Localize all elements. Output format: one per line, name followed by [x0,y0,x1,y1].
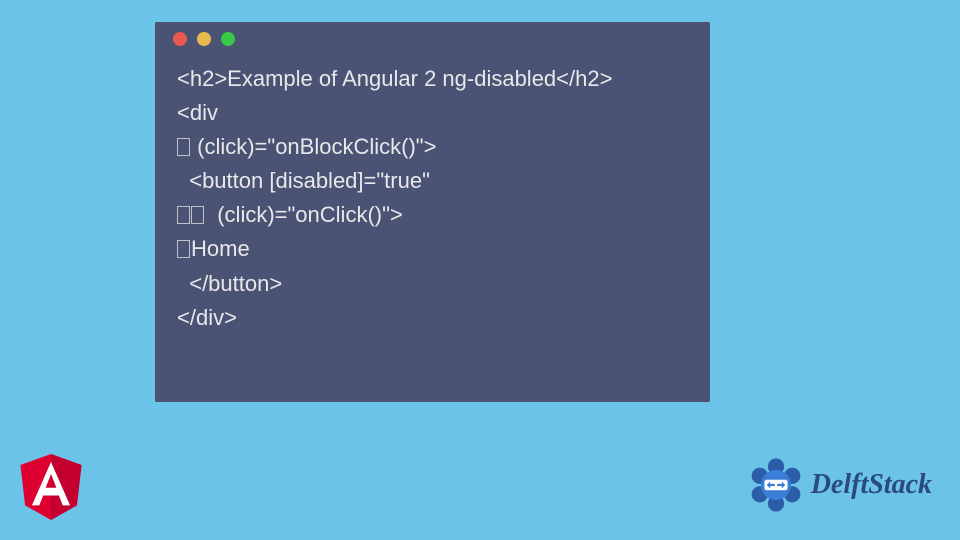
angular-logo-icon [20,454,82,520]
delftstack-badge-icon [747,456,805,514]
code-window: <h2>Example of Angular 2 ng-disabled</h2… [155,22,710,402]
code-line-4: <button [disabled]="true" [177,168,430,193]
code-line-3: (click)="onBlockClick()"> [177,134,436,159]
window-titlebar [155,22,710,56]
code-line-1: <h2>Example of Angular 2 ng-disabled</h2… [177,66,612,91]
minimize-icon [197,32,211,46]
delftstack-brand-text: DelftStack [811,469,932,501]
code-line-7: </button> [177,271,282,296]
close-icon [173,32,187,46]
code-line-8: </div> [177,305,237,330]
maximize-icon [221,32,235,46]
delftstack-logo: DelftStack [747,456,932,514]
code-line-6: Home [177,236,250,261]
code-content: <h2>Example of Angular 2 ng-disabled</h2… [155,56,710,345]
code-line-5: (click)="onClick()"> [177,202,403,227]
code-line-2: <div [177,100,218,125]
